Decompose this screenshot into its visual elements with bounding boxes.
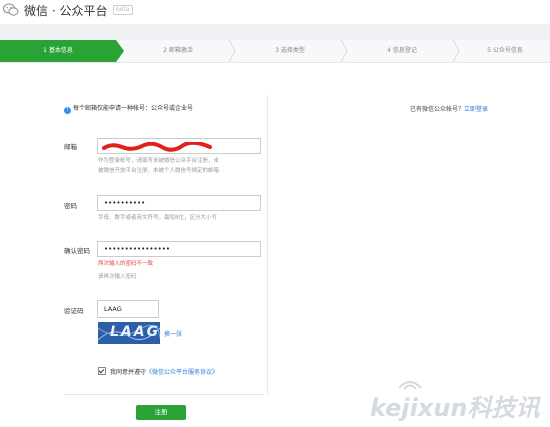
chevron-right-icon bbox=[452, 40, 460, 62]
confirm-password-value: •••••••••••••••• bbox=[104, 245, 171, 253]
chevron-right-icon bbox=[340, 40, 348, 62]
redaction-scribble bbox=[102, 142, 212, 152]
password-hint: 字母、数字或者英文符号，最短8位，区分大小写 bbox=[98, 215, 218, 221]
info-icon: ! bbox=[64, 107, 71, 114]
captcha-input[interactable]: LAAG bbox=[97, 300, 159, 318]
confirm-error: 两次输入的密码不一致 bbox=[98, 261, 154, 267]
password-label: 密码 bbox=[64, 202, 77, 210]
password-value: •••••••••• bbox=[104, 199, 146, 207]
top-header: 微信 · 公众平台 beta bbox=[0, 0, 550, 24]
login-link[interactable]: 立即登录 bbox=[464, 106, 488, 113]
password-field[interactable]: •••••••••• bbox=[97, 195, 261, 211]
step-info-registration: 4 信息登记 bbox=[387, 47, 417, 54]
progress-steps: 1 基本信息 2 邮箱激活 3 选择类型 4 信息登记 5 公众号信息 bbox=[0, 40, 550, 63]
brand-title: 微信 · 公众平台 bbox=[24, 4, 108, 18]
confirm-password-field[interactable]: •••••••••••••••• bbox=[97, 241, 261, 257]
column-divider bbox=[267, 95, 268, 395]
login-prompt-text: 已有微信公众帐号？ bbox=[410, 106, 465, 113]
email-hint-line2: 被微信开放平台注册，未被个人微信号绑定的邮箱 bbox=[98, 168, 220, 174]
refresh-captcha-link[interactable]: 换一张 bbox=[164, 329, 182, 338]
notice-text: 每个邮箱仅能申请一种帐号：公众号或企业号 bbox=[73, 105, 194, 112]
watermark-text: kejixun科技讯 bbox=[370, 394, 540, 422]
step-account-info: 5 公众号信息 bbox=[487, 47, 523, 54]
login-prompt: 已有微信公众帐号？立即登录 bbox=[410, 104, 488, 113]
chevron-right-icon bbox=[228, 40, 236, 62]
confirm-hint: 请再次输入密码 bbox=[98, 274, 137, 280]
captcha-image-text: LAAG bbox=[110, 324, 160, 340]
agreement-link[interactable]: 《微信公众平台服务协议》 bbox=[146, 369, 218, 376]
wechat-logo-icon bbox=[3, 3, 19, 16]
step-basic-info: 1 基本信息 bbox=[0, 40, 116, 62]
agreement-row: 我同意并遵守《微信公众平台服务协议》 bbox=[98, 367, 218, 376]
captcha-image[interactable]: LAAG bbox=[98, 322, 160, 344]
watermark: kejixun科技讯 bbox=[355, 380, 550, 425]
email-notice: ! 每个邮箱仅能申请一种帐号：公众号或企业号 bbox=[64, 103, 193, 114]
agree-text: 我同意并遵守 bbox=[110, 369, 147, 376]
captcha-label: 验证码 bbox=[64, 307, 84, 315]
confirm-password-label: 确认密码 bbox=[64, 247, 90, 255]
email-label: 邮箱 bbox=[64, 143, 77, 151]
form-divider bbox=[64, 394, 264, 395]
agree-checkbox[interactable] bbox=[98, 367, 106, 375]
beta-badge: beta bbox=[113, 5, 133, 15]
step-select-type: 3 选择类型 bbox=[275, 47, 305, 54]
captcha-value: LAAG bbox=[104, 305, 122, 313]
email-field[interactable] bbox=[97, 138, 261, 154]
header-band bbox=[0, 24, 550, 40]
step-arrow-icon bbox=[116, 40, 124, 62]
register-button[interactable]: 注册 bbox=[136, 405, 186, 420]
step-email-activation: 2 邮箱激活 bbox=[163, 47, 193, 54]
